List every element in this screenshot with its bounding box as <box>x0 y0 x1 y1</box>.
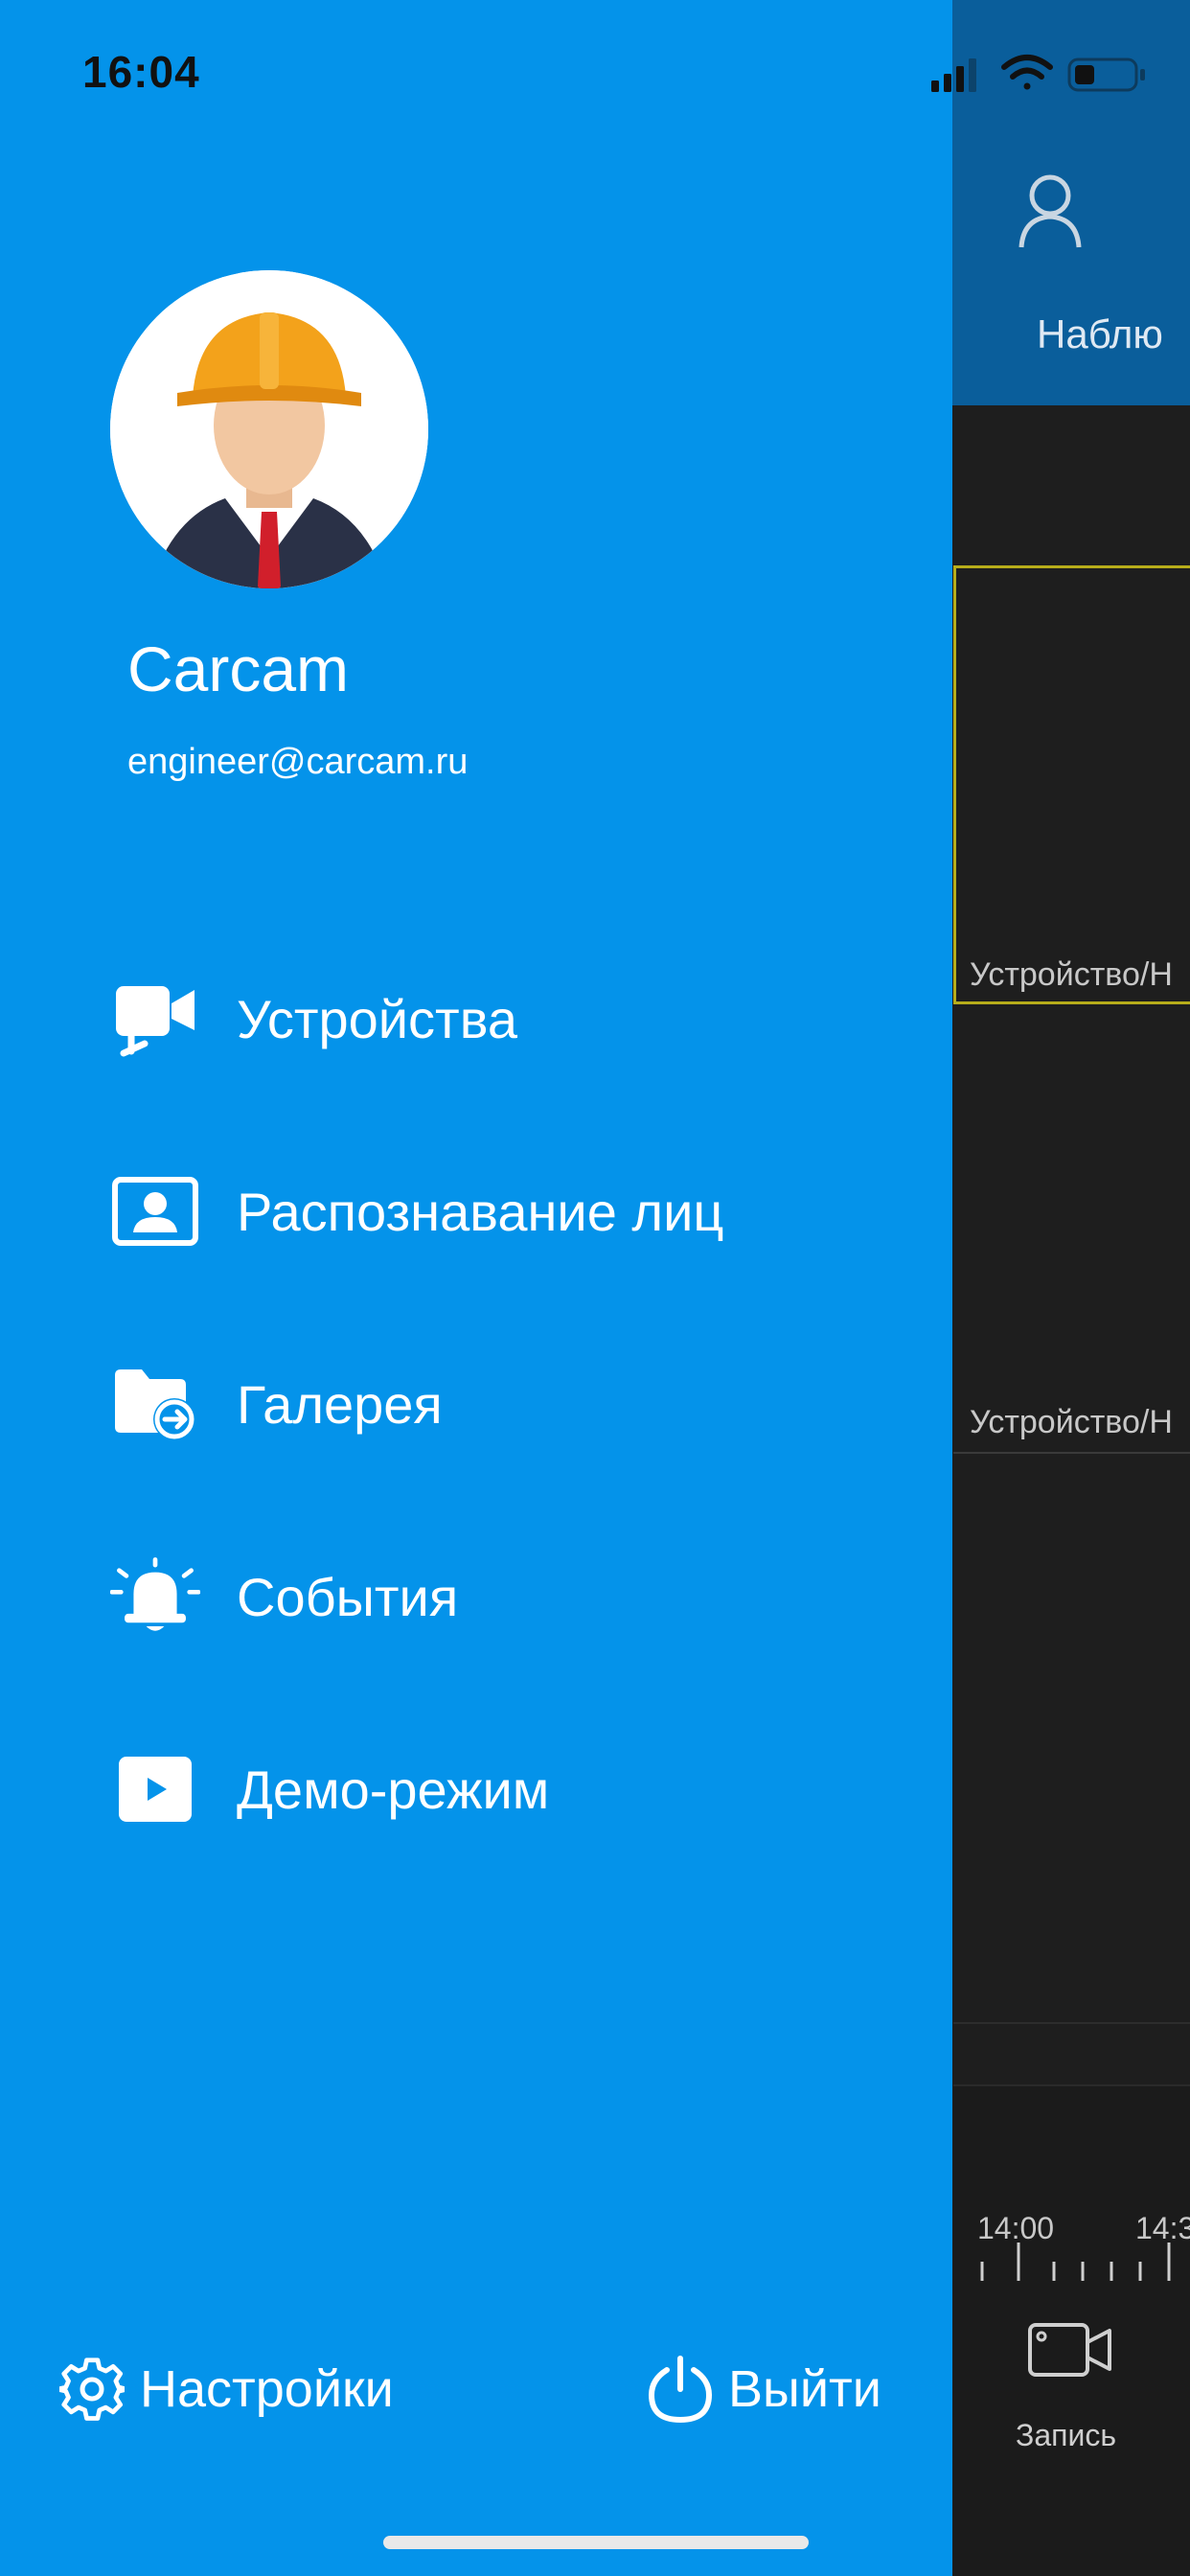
folder-arrow-icon <box>110 1359 200 1449</box>
play-icon <box>110 1744 200 1834</box>
profile-name: Carcam <box>127 633 350 704</box>
menu-label: События <box>237 1566 459 1627</box>
home-indicator[interactable] <box>383 2536 809 2549</box>
camera-tile[interactable] <box>953 565 1190 1004</box>
user-icon[interactable] <box>1016 172 1085 249</box>
background-title: Наблю <box>1037 311 1163 356</box>
cellular-signal-icon <box>931 58 976 92</box>
menu-label: Демо-режим <box>237 1759 550 1820</box>
engineer-avatar-icon <box>110 270 428 588</box>
logout-button[interactable]: Выйти <box>648 2346 881 2432</box>
timeline-label: 14:00 <box>977 2211 1055 2245</box>
face-id-card-icon <box>110 1166 200 1256</box>
video-record-icon[interactable] <box>1027 2319 1113 2380</box>
camera-tile-label: Устройство/Н <box>970 1404 1173 1440</box>
menu-item-demo-mode[interactable]: Демо-режим <box>110 1732 915 1847</box>
settings-label: Настройки <box>140 2360 394 2418</box>
bell-alarm-icon <box>110 1552 200 1642</box>
video-camera-icon <box>110 974 200 1064</box>
gear-icon <box>59 2358 125 2421</box>
timeline-label: 14:3 <box>1135 2211 1190 2245</box>
logout-label: Выйти <box>728 2360 881 2418</box>
battery-icon <box>1067 58 1145 92</box>
profile-email: engineer@carcam.ru <box>127 742 469 782</box>
camera-tile-label: Устройство/Н <box>970 956 1173 993</box>
menu-item-devices[interactable]: Устройства <box>110 961 915 1076</box>
camera-tile[interactable] <box>953 1457 1190 2024</box>
menu-label: Галерея <box>237 1373 443 1435</box>
settings-button[interactable]: Настройки <box>59 2346 394 2432</box>
wifi-icon <box>1001 55 1053 90</box>
timeline-ticks <box>980 2242 1171 2281</box>
status-icons <box>931 55 1145 92</box>
menu-item-face-recognition[interactable]: Распознавание лиц <box>110 1154 915 1269</box>
avatar[interactable] <box>110 270 428 588</box>
menu-label: Распознавание лиц <box>237 1181 724 1242</box>
record-tab-label: Запись <box>1016 2418 1116 2452</box>
menu-item-gallery[interactable]: Галерея <box>110 1346 915 1461</box>
camera-tile[interactable] <box>953 1016 1190 1454</box>
menu-item-events[interactable]: События <box>110 1539 915 1654</box>
menu-label: Устройства <box>237 988 517 1049</box>
power-icon <box>648 2356 713 2424</box>
status-time: 16:04 <box>82 47 200 97</box>
